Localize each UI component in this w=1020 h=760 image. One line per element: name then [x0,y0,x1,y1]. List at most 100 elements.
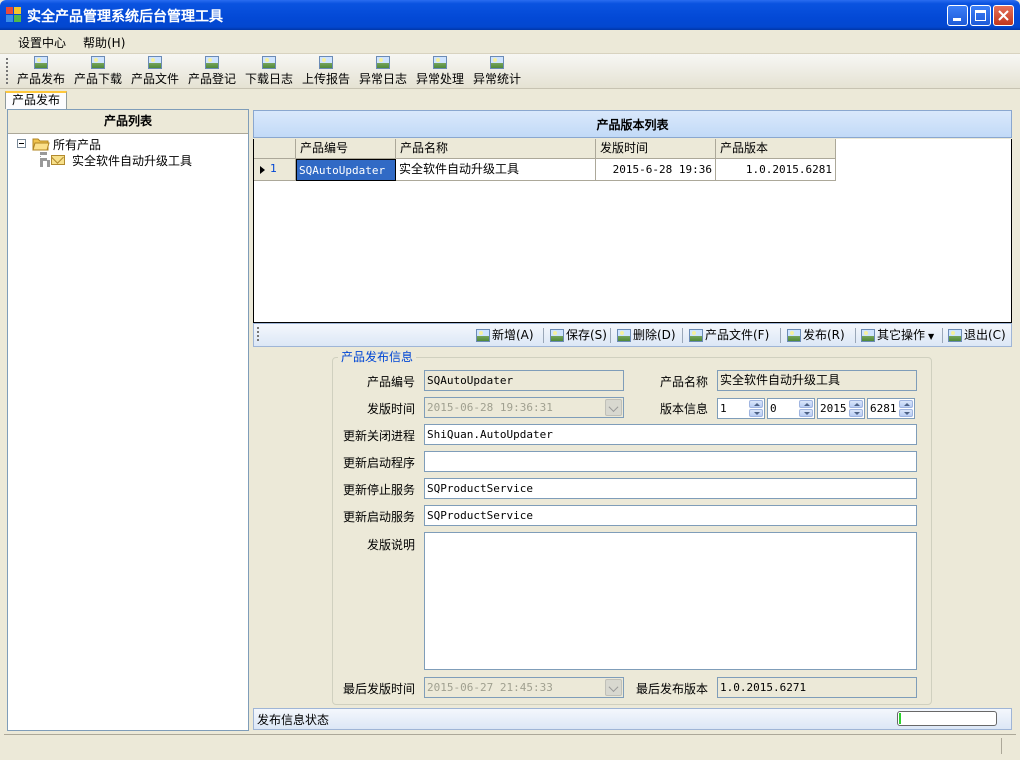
dropdown-arrow-icon: ▼ [928,332,935,341]
column-header-time[interactable]: 发版时间 [596,139,716,159]
version-minor-spinner[interactable]: 0 [767,398,815,419]
grid-corner [254,139,296,159]
separator [780,328,781,343]
image-icon [490,56,504,69]
product-list-panel: 产品列表 所有产品 实全软件自动升级工具 [7,109,249,731]
delete-button[interactable]: 删除(D) [617,327,676,345]
toolbar-error-log-button[interactable]: 异常日志 [356,56,410,88]
column-header-name[interactable]: 产品名称 [396,139,596,159]
product-list-header: 产品列表 [8,110,248,134]
image-icon [689,329,703,342]
image-icon [34,56,48,69]
toolbar-upload-report-button[interactable]: 上传报告 [299,56,353,88]
toolbar-download-log-button[interactable]: 下载日志 [242,56,296,88]
publish-progress-bar [897,711,997,726]
separator [855,328,856,343]
product-code-field[interactable]: SQAutoUpdater [424,370,624,391]
other-actions-dropdown[interactable]: 其它操作 ▼ [861,327,934,345]
notes-label: 发版说明 [366,538,415,552]
publish-notes-textarea[interactable] [424,532,917,670]
cell-name[interactable]: 实全软件自动升级工具 [396,159,596,181]
stop-service-field[interactable]: SQProductService [424,478,917,499]
tree-line [40,160,50,164]
image-icon [319,56,333,69]
publish-date-picker[interactable]: 2015-06-28 19:36:31 [424,397,624,418]
close-button[interactable] [993,5,1014,26]
toolbar-download-button[interactable]: 产品下载 [71,56,125,88]
open-folder-icon [32,138,50,151]
version-grid[interactable]: 产品编号 产品名称 发版时间 产品版本 1 SQAutoUpdater 实全软件… [253,139,1012,323]
image-icon [787,329,801,342]
tree-node-all-products[interactable]: 所有产品 [53,136,101,153]
toolbar-files-button[interactable]: 产品文件 [128,56,182,88]
tab-publish[interactable]: 产品发布 [5,91,68,109]
exit-button[interactable]: 退出(C) [948,327,1006,345]
action-toolbar: 新增(A) 保存(S) 删除(D) 产品文件(F) 发布(R) 其它操作 ▼ 退出… [253,323,1012,347]
version-panel: 产品版本列表 产品编号 产品名称 发版时间 产品版本 1 SQAutoUpdat… [252,109,1013,731]
publish-button[interactable]: 发布(R) [787,327,845,345]
add-button[interactable]: 新增(A) [476,327,534,345]
menu-bar: 设置中心 帮助(H) [0,30,1020,54]
close-icon [998,10,1009,21]
close-process-field[interactable]: ShiQuan.AutoUpdater [424,424,917,445]
last-version-field[interactable]: 1.0.2015.6271 [717,677,917,698]
main-toolbar: 产品发布 产品下载 产品文件 产品登记 下载日志 上传报告 异常日志 异常处理 … [0,54,1020,89]
separator [610,328,611,343]
product-name-field[interactable]: 实全软件自动升级工具 [717,370,917,391]
toolbar-grip[interactable] [6,58,8,84]
version-major-spinner[interactable]: 1 [717,398,765,419]
name-label: 产品名称 [659,375,708,389]
image-icon [617,329,631,342]
version-year-spinner[interactable]: 2015 [817,398,865,419]
row-header[interactable]: 1 [254,159,296,181]
column-header-version[interactable]: 产品版本 [716,139,836,159]
menu-help[interactable]: 帮助(H) [83,34,125,51]
product-node-icon [51,155,65,165]
current-row-icon [260,166,265,174]
spinner-arrows-icon[interactable] [849,400,863,417]
image-icon [262,56,276,69]
publish-status-text: 发布信息状态 [257,713,330,727]
product-files-button[interactable]: 产品文件(F) [689,327,769,345]
form-status-bar [4,734,1016,756]
image-icon [148,56,162,69]
maximize-button[interactable] [970,5,991,26]
image-icon [376,56,390,69]
last-version-label: 最后发布版本 [635,682,708,696]
minimize-button[interactable] [947,5,968,26]
image-icon [550,329,564,342]
action-toolbar-grip[interactable] [257,327,259,343]
spinner-arrows-icon[interactable] [749,400,763,417]
start-program-label: 更新启动程序 [342,456,415,470]
save-button[interactable]: 保存(S) [550,327,607,345]
separator [543,328,544,343]
image-icon [91,56,105,69]
start-program-field[interactable] [424,451,917,472]
image-icon [948,329,962,342]
column-header-code[interactable]: 产品编号 [296,139,396,159]
separator [682,328,683,343]
menu-settings[interactable]: 设置中心 [18,34,66,51]
version-label: 版本信息 [659,402,708,416]
toolbar-error-stats-button[interactable]: 异常统计 [470,56,524,88]
stop-service-label: 更新停止服务 [342,483,415,497]
tree-node-product[interactable]: 实全软件自动升级工具 [72,152,192,169]
tree-collapse-toggle[interactable] [17,139,26,148]
version-build-spinner[interactable]: 6281 [867,398,915,419]
publish-status-bar: 发布信息状态 [253,708,1012,730]
toolbar-register-button[interactable]: 产品登记 [185,56,239,88]
toolbar-error-handling-button[interactable]: 异常处理 [413,56,467,88]
close-process-label: 更新关闭进程 [342,429,415,443]
last-publish-date-picker[interactable]: 2015-06-27 21:45:33 [424,677,624,698]
dropdown-icon[interactable] [605,679,622,696]
spinner-arrows-icon[interactable] [899,400,913,417]
cell-time[interactable]: 2015-6-28 19:36 [596,159,716,181]
spinner-arrows-icon[interactable] [799,400,813,417]
publish-info-group-title: 产品发布信息 [338,348,417,365]
cell-code[interactable]: SQAutoUpdater [296,159,396,181]
dropdown-icon[interactable] [605,399,622,416]
toolbar-publish-button[interactable]: 产品发布 [14,56,68,88]
cell-version[interactable]: 1.0.2015.6281 [716,159,836,181]
start-service-field[interactable]: SQProductService [424,505,917,526]
app-icon [6,7,22,23]
